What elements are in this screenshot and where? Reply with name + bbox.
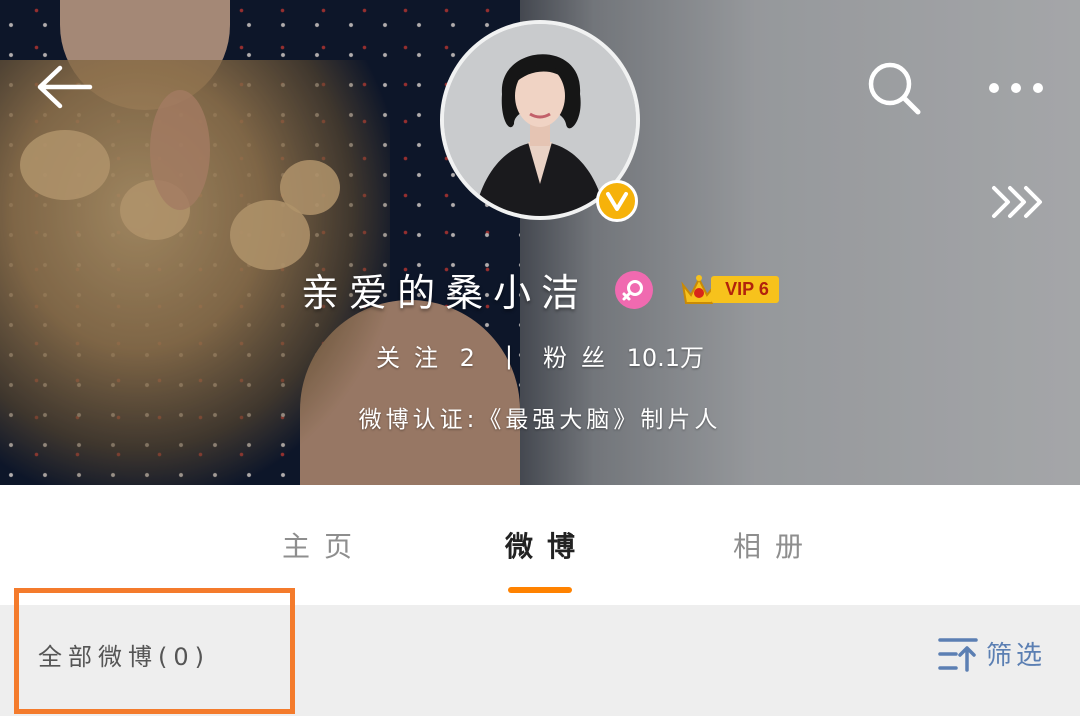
gender-badge <box>615 270 654 309</box>
following-label: 关注 <box>375 344 452 372</box>
more-dots-icon <box>989 83 1043 93</box>
following-count: 2 <box>459 344 475 372</box>
filter-button[interactable]: 筛选 <box>938 635 1046 672</box>
active-tab-indicator <box>508 587 572 593</box>
verification-text: 微博认证:《最强大脑》制片人 <box>358 407 722 433</box>
verified-v-icon <box>606 192 628 211</box>
female-icon <box>622 279 644 300</box>
profile-stats: 关注 2 | 粉丝 10.1万 <box>0 338 1080 373</box>
vip-level: VIP 6 <box>711 276 779 303</box>
followers-label: 粉丝 <box>542 344 619 372</box>
stats-separator: | <box>504 341 513 370</box>
vip-badge[interactable]: VIP 6 <box>679 271 779 309</box>
swipe-right-button[interactable] <box>990 182 1046 226</box>
search-button[interactable] <box>866 60 922 120</box>
profile-tab-bar: 主页 微博 相册 <box>0 485 1080 605</box>
following-stat[interactable]: 关注 2 <box>376 338 475 373</box>
profile-name: 亲爱的桑小洁 <box>301 271 590 315</box>
filter-label: 筛选 <box>985 641 1046 671</box>
search-icon <box>868 62 921 115</box>
profile-name-row: 亲爱的桑小洁 VIP 6 <box>0 262 1080 317</box>
tab-album[interactable]: 相册 <box>733 525 817 565</box>
highlight-box <box>14 588 295 714</box>
followers-stat[interactable]: 粉丝 10.1万 <box>543 338 704 373</box>
tab-home[interactable]: 主页 <box>282 525 366 565</box>
chevrons-right-icon <box>992 186 1042 218</box>
more-button[interactable] <box>986 78 1046 102</box>
back-button[interactable] <box>34 62 94 116</box>
filter-sort-icon <box>938 637 978 672</box>
verified-badge <box>596 180 638 222</box>
profile-cover: 亲爱的桑小洁 VIP 6 关注 2 | 粉丝 10.1万 微博认证:《最强大脑》… <box>0 0 1080 485</box>
followers-count: 10.1万 <box>626 344 705 372</box>
tab-weibo[interactable]: 微博 <box>505 525 589 565</box>
arrow-left-icon <box>37 65 93 109</box>
